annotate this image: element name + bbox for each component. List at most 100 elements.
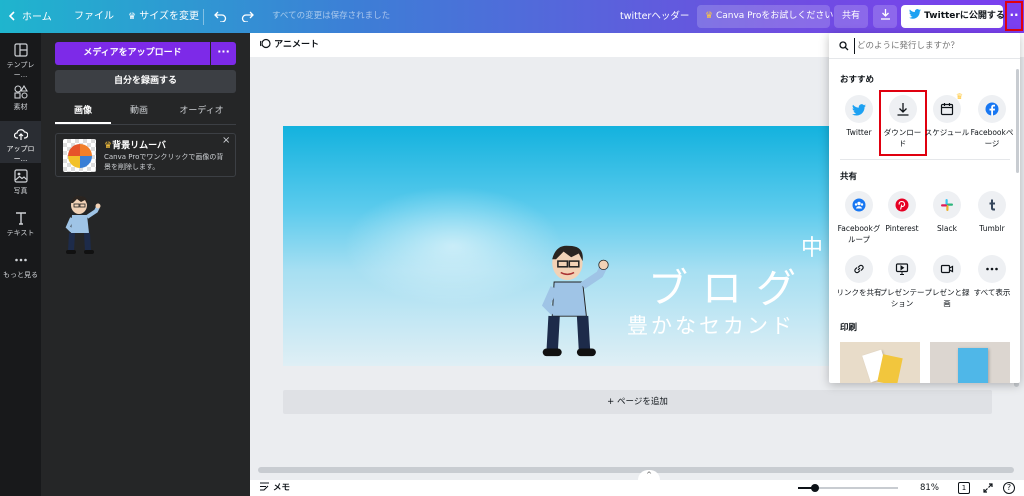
zoom-slider[interactable] [798,484,898,492]
share-label: 共有 [842,11,861,21]
option-label: Twitter [846,128,872,137]
horizontal-scrollbar[interactable] [258,467,1014,473]
divider [203,9,204,25]
record-yourself-button[interactable]: 自分を録画する [55,70,236,93]
rail-item-text[interactable]: テキスト [0,205,41,247]
tab-audio[interactable]: オーディオ [167,100,236,124]
option-tumblr[interactable]: Tumblr [969,191,1015,234]
document-title[interactable]: twitterヘッダー [620,0,689,33]
option-facebook-page[interactable]: Facebookページ [969,95,1015,149]
rail-label: テンプレー... [6,61,35,79]
undo-button[interactable] [214,0,227,33]
rail-item-uploads[interactable]: アップロー... [0,121,41,163]
pro-trial-label: Canva Proをお試しください [715,11,834,21]
option-twitter[interactable]: Twitter [836,95,882,138]
page-count: 1 [961,484,967,492]
notes-button[interactable]: メモ [259,480,290,496]
uploaded-image-thumbnail[interactable] [63,195,103,255]
option-pinterest[interactable]: Pinterest [879,191,925,234]
tab-videos[interactable]: 動画 [111,100,167,124]
page-count-button[interactable]: 1 [958,482,970,494]
rail-label: もっと見る [3,271,38,279]
share-button[interactable]: 共有 [834,5,868,28]
help-icon[interactable]: ? [1003,482,1015,494]
more-dots-icon: ··· [217,45,230,58]
rail-label: アップロー... [6,145,35,163]
tab-label: 画像 [73,106,92,116]
publish-twitter-button[interactable]: Twitterに公開する [901,5,1005,28]
download-icon [880,9,890,20]
rail-label: テキスト [6,229,35,237]
layout-icon [13,43,28,57]
publish-label: Twitterに公開する [924,11,1005,21]
rail-item-elements[interactable]: 素材 [0,79,41,121]
tab-label: 動画 [129,106,148,116]
notes-icon [260,482,269,491]
download-button[interactable] [873,5,897,28]
twitter-icon [909,9,921,19]
cloud-light [343,186,563,306]
divider [55,124,236,125]
print-option-cards[interactable] [840,342,920,383]
option-facebook-group[interactable]: Facebookグループ [836,191,882,245]
shapes-icon [13,85,28,99]
rail-item-templates[interactable]: テンプレー... [0,37,41,79]
redo-button[interactable] [241,0,254,33]
rail-item-more[interactable]: もっと見る [0,247,41,289]
dropdown-scrollbar[interactable] [1016,69,1019,173]
promo-thumbnail [63,139,96,172]
more-options-button[interactable]: ·· [1005,1,1023,31]
resize-button[interactable]: ♛ サイズを変更 [128,0,199,33]
option-label: Facebookグループ [837,224,881,244]
dropdown-search[interactable] [829,33,1020,59]
beach-ball-image [68,144,92,168]
cartoon-man-image [65,195,101,254]
book-image [958,348,988,383]
option-slack[interactable]: Slack [924,191,970,234]
file-menu[interactable]: ファイル [74,0,114,33]
more-icon [978,255,1006,283]
banner-subtitle[interactable]: 豊かなセカンド [627,310,795,340]
record-label: 自分を録画する [113,76,177,86]
link-icon [845,255,873,283]
tab-images[interactable]: 画像 [55,100,111,124]
print-option-book[interactable] [930,342,1010,383]
option-schedule[interactable]: ♛ スケジュール [924,92,970,138]
promo-description: Canva Proでワンクリックで画像の背景を削除します。 [104,153,224,171]
option-label: スケジュール [924,128,970,137]
home-button[interactable]: ホーム [8,0,52,33]
upload-media-button[interactable]: メディアをアップロード [55,42,210,65]
option-label: Pinterest [885,224,919,233]
rail-label: 写真 [13,187,28,195]
text-icon [15,212,26,225]
option-present[interactable]: プレゼンテーション [879,255,925,309]
divider [840,159,1010,160]
fullscreen-icon[interactable] [983,483,993,493]
banner-title[interactable]: ブログ [648,256,810,314]
file-label: ファイル [74,11,114,22]
add-page-button[interactable]: + ページを追加 [283,390,992,414]
record-icon [933,255,961,283]
design-page[interactable]: 中 ブログ 豊かなセカンド [283,126,843,366]
card-image [877,354,903,383]
rail-item-photos[interactable]: 写真 [0,163,41,205]
pro-trial-button[interactable]: ♛ Canva Proをお試しください [697,5,834,28]
close-icon[interactable]: × [222,135,230,146]
cartoon-man-image[interactable] [535,244,615,358]
background-remover-promo[interactable]: ♛背景リムーバ Canva Proでワンクリックで画像の背景を削除します。 × [55,133,236,177]
zoom-slider-thumb[interactable] [811,484,819,492]
animate-button[interactable]: アニメート [259,33,319,57]
search-input[interactable] [854,38,1004,54]
option-label: Facebookページ [970,128,1014,148]
option-see-all[interactable]: すべて表示 [969,255,1015,298]
home-label: ホーム [22,12,52,23]
option-label: Tumblr [979,224,1005,233]
highlight-box [879,90,927,156]
animate-label: アニメート [274,40,319,50]
option-share-link[interactable]: リンクを共有 [836,255,882,298]
zoom-level[interactable]: 81% [920,480,939,496]
option-present-record[interactable]: プレゼンと録画 [924,255,970,309]
print-heading: 印刷 [840,323,858,333]
upload-options-button[interactable]: ··· [211,42,236,65]
more-dots-icon: ·· [1009,8,1019,22]
